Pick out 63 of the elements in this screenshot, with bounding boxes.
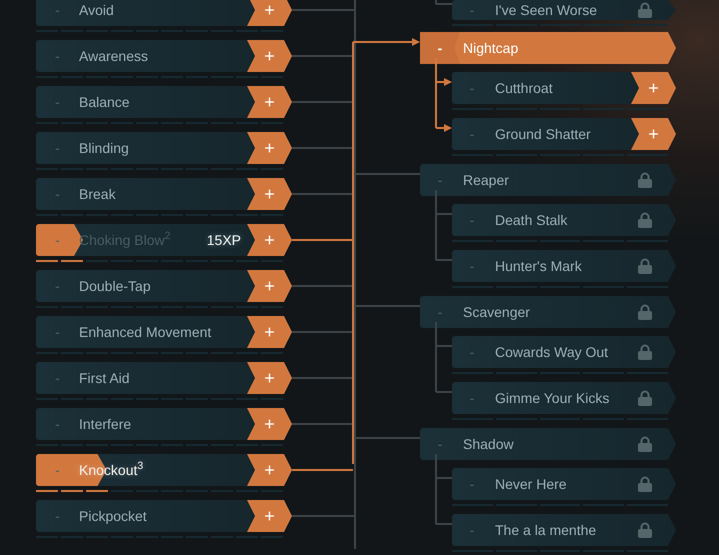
plus-button[interactable]: + bbox=[247, 362, 292, 394]
branch-name: Scavenger bbox=[462, 302, 531, 322]
plus-button[interactable]: + bbox=[247, 40, 292, 72]
skill-name: Ground Shatter bbox=[494, 124, 592, 144]
minus-button[interactable]: - bbox=[452, 204, 492, 236]
minus-button[interactable]: - bbox=[36, 368, 79, 388]
plus-button[interactable]: + bbox=[247, 408, 292, 440]
skill-name: Cowards Way Out bbox=[494, 342, 610, 362]
branch-name: Shadow bbox=[462, 434, 515, 454]
skill-name: Avoid bbox=[79, 0, 115, 20]
minus-button[interactable]: - bbox=[452, 514, 492, 546]
plus-button[interactable]: + bbox=[247, 270, 292, 302]
plus-button[interactable]: + bbox=[247, 500, 292, 532]
skill-name: Pickpocket bbox=[79, 506, 148, 526]
plus-button[interactable]: + bbox=[247, 454, 292, 486]
skill-name: Balance bbox=[79, 92, 131, 112]
plus-button[interactable]: + bbox=[247, 0, 292, 26]
plus-button[interactable]: + bbox=[631, 72, 676, 104]
minus-button[interactable]: - bbox=[36, 46, 79, 66]
skill-name: Gimme Your Kicks bbox=[494, 388, 610, 408]
minus-button[interactable]: - bbox=[36, 414, 79, 434]
minus-button[interactable]: - bbox=[36, 184, 79, 204]
branch-name: Reaper bbox=[462, 170, 510, 190]
skill-name: First Aid bbox=[79, 368, 131, 388]
skill-name: Death Stalk bbox=[494, 210, 568, 230]
skill-name: Awareness bbox=[79, 46, 150, 66]
skill-name: The a la menthe bbox=[494, 520, 598, 540]
minus-button[interactable]: - bbox=[36, 322, 79, 342]
minus-button[interactable]: - bbox=[36, 460, 79, 480]
minus-button[interactable]: - bbox=[36, 506, 79, 526]
skill-name: Cutthroat bbox=[494, 78, 554, 98]
minus-button[interactable]: - bbox=[452, 336, 492, 368]
skill-name: Double-Tap bbox=[79, 276, 152, 296]
plus-button[interactable]: + bbox=[247, 86, 292, 118]
minus-button[interactable]: - bbox=[452, 250, 492, 282]
plus-button[interactable]: + bbox=[247, 316, 292, 348]
skill-name: Blinding bbox=[79, 138, 130, 158]
minus-button[interactable]: - bbox=[452, 78, 492, 98]
skill-name: Hunter's Mark bbox=[494, 256, 583, 276]
plus-button[interactable]: + bbox=[247, 132, 292, 164]
plus-button[interactable]: + bbox=[247, 178, 292, 210]
skill-name: I've Seen Worse bbox=[494, 0, 598, 20]
minus-button[interactable]: - bbox=[36, 0, 79, 20]
minus-button[interactable]: - bbox=[36, 138, 79, 158]
skill-name: Never Here bbox=[494, 474, 568, 494]
minus-button[interactable]: - bbox=[420, 32, 460, 64]
minus-button[interactable]: - bbox=[36, 276, 79, 296]
branch-name: Nightcap bbox=[462, 38, 520, 58]
minus-button[interactable]: - bbox=[452, 124, 492, 144]
plus-button[interactable]: + bbox=[631, 118, 676, 150]
skill-name: Interfere bbox=[79, 414, 132, 434]
xp-cost: 15XP bbox=[206, 230, 241, 250]
minus-button[interactable]: - bbox=[36, 230, 79, 250]
plus-button[interactable]: + bbox=[247, 224, 292, 256]
minus-button[interactable]: - bbox=[420, 164, 460, 196]
minus-button[interactable]: - bbox=[452, 382, 492, 414]
minus-button[interactable]: - bbox=[452, 0, 492, 20]
minus-button[interactable]: - bbox=[420, 296, 460, 328]
skill-name: Break bbox=[79, 184, 117, 204]
minus-button[interactable]: - bbox=[420, 428, 460, 460]
skill-name: Enhanced Movement bbox=[79, 322, 212, 342]
minus-button[interactable]: - bbox=[36, 92, 79, 112]
minus-button[interactable]: - bbox=[452, 468, 492, 500]
